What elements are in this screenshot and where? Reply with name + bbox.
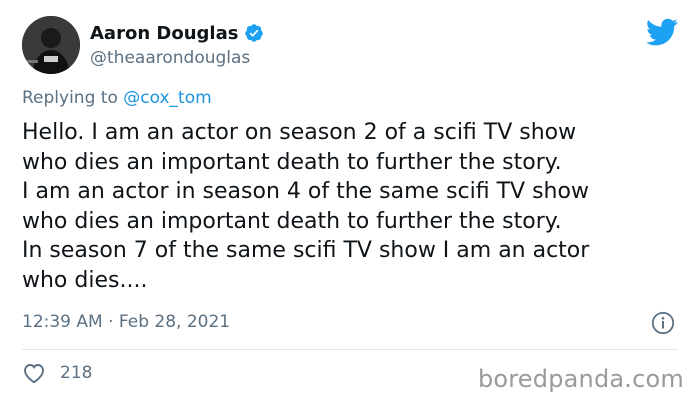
- tweet-line: who dies an important death to further t…: [22, 208, 562, 234]
- reply-mention-link[interactable]: @cox_tom: [123, 88, 211, 108]
- tweet-line: I am an actor in season 4 of the same sc…: [22, 179, 589, 204]
- tweet-line: who dies....: [22, 267, 148, 293]
- tweet-line: Hello. I am an actor on season 2 of a sc…: [22, 120, 577, 145]
- divider: [22, 349, 678, 350]
- tweet-text: Hello. I am an actor on season 2 of a sc…: [22, 118, 682, 295]
- tweet-line: who dies an important death to further t…: [22, 149, 562, 175]
- avatar[interactable]: [22, 16, 80, 74]
- heart-icon[interactable]: [22, 362, 46, 384]
- watermark: boredpanda.com: [477, 365, 684, 393]
- verified-badge-icon: [245, 24, 264, 42]
- author-name[interactable]: Aaron Douglas: [90, 23, 238, 44]
- info-icon[interactable]: [651, 311, 675, 335]
- replying-to: Replying to @cox_tom: [22, 88, 212, 108]
- author-block: Aaron Douglas @theaarondouglas: [90, 20, 264, 68]
- replying-prefix: Replying to: [22, 88, 118, 108]
- tweet-timestamp[interactable]: 12:39 AM · Feb 28, 2021: [22, 312, 230, 332]
- like-action[interactable]: 218: [22, 362, 92, 384]
- like-count: 218: [60, 363, 93, 383]
- author-handle[interactable]: @theaarondouglas: [90, 48, 264, 68]
- tweet-line: In season 7 of the same scifi TV show I …: [22, 238, 590, 263]
- twitter-bird-icon[interactable]: [646, 18, 678, 46]
- avatar-photo: [22, 16, 80, 74]
